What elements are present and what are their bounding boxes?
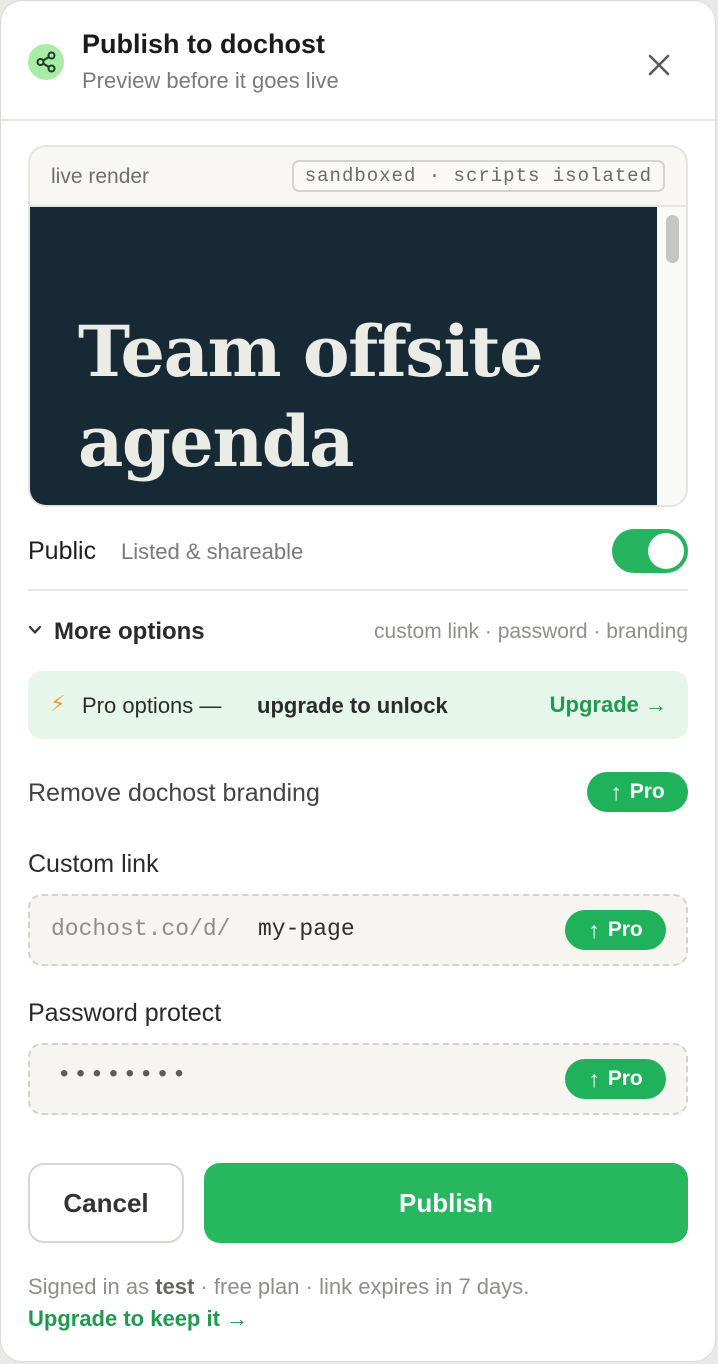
more-options-label: More options <box>54 618 205 645</box>
divider <box>28 589 688 591</box>
share-icon <box>28 44 64 80</box>
password-label: Password protect <box>28 999 222 1027</box>
arrow-up-icon: ↑ <box>610 778 622 805</box>
publish-dialog: Publish to dochost Preview before it goe… <box>0 0 716 1362</box>
custom-link-pro-button[interactable]: ↑ Pro <box>565 910 666 950</box>
pro-label: Pro <box>607 918 643 941</box>
cancel-button[interactable]: Cancel <box>28 1163 184 1243</box>
plan-info: · free plan · link expires in 7 days. <box>200 1274 530 1299</box>
more-options-toggle[interactable]: More options custom link · password · br… <box>28 613 688 653</box>
public-toggle[interactable] <box>612 529 688 573</box>
pro-label: Pro <box>607 1067 643 1090</box>
toggle-knob <box>648 533 684 569</box>
visibility-description: Listed & shareable <box>121 539 304 564</box>
sandbox-badge: sandboxed · scripts isolated <box>291 160 665 192</box>
pro-banner-text: Pro options — <box>82 693 222 718</box>
upgrade-keep-link[interactable]: Upgrade to keep it → <box>28 1306 248 1332</box>
remove-branding-label: Remove dochost branding <box>28 779 320 807</box>
live-preview: live render sandboxed · scripts isolated… <box>28 145 688 507</box>
dialog-title: Publish to dochost <box>82 29 325 59</box>
password-field[interactable]: •••••••• ↑ Pro <box>28 1043 688 1115</box>
arrow-up-icon: ↑ <box>588 1065 600 1092</box>
dialog-subtitle: Preview before it goes live <box>82 68 339 93</box>
close-button[interactable] <box>637 43 681 87</box>
chevron-down-icon <box>28 625 42 634</box>
close-icon <box>648 54 670 76</box>
pro-options-banner: ⚡ Pro options — upgrade to unlock Upgrad… <box>28 671 688 739</box>
scrollbar-thumb[interactable] <box>666 215 679 263</box>
account-status: Signed in as test · free plan · link exp… <box>28 1274 529 1300</box>
username: test <box>155 1274 195 1299</box>
custom-link-input[interactable]: my-page <box>258 916 355 942</box>
arrow-up-icon: ↑ <box>588 916 600 943</box>
upgrade-link[interactable]: Upgrade → <box>550 692 667 718</box>
preview-canvas[interactable]: Team offsite agenda <box>30 205 657 505</box>
pro-banner-emphasis: upgrade to unlock <box>257 693 448 718</box>
url-prefix: dochost.co/d/ <box>51 916 231 942</box>
visibility-label: Public <box>28 537 97 565</box>
document-title: Team offsite agenda <box>78 310 544 483</box>
custom-link-label: Custom link <box>28 850 159 878</box>
preview-scrollbar[interactable] <box>657 205 686 505</box>
signed-in-prefix: Signed in as <box>28 1274 150 1299</box>
pro-label: Pro <box>629 780 665 803</box>
branding-pro-button[interactable]: ↑ Pro <box>587 772 688 812</box>
publish-button[interactable]: Publish <box>204 1163 688 1243</box>
custom-link-field[interactable]: dochost.co/d/ my-page ↑ Pro <box>28 894 688 966</box>
lightning-icon: ⚡ <box>50 691 66 716</box>
dialog-header: Publish to dochost Preview before it goe… <box>1 1 715 121</box>
preview-label: live render <box>51 165 150 188</box>
password-pro-button[interactable]: ↑ Pro <box>565 1059 666 1099</box>
more-options-hint: custom link · password · branding <box>374 620 688 643</box>
password-input[interactable]: •••••••• <box>57 1062 188 1089</box>
